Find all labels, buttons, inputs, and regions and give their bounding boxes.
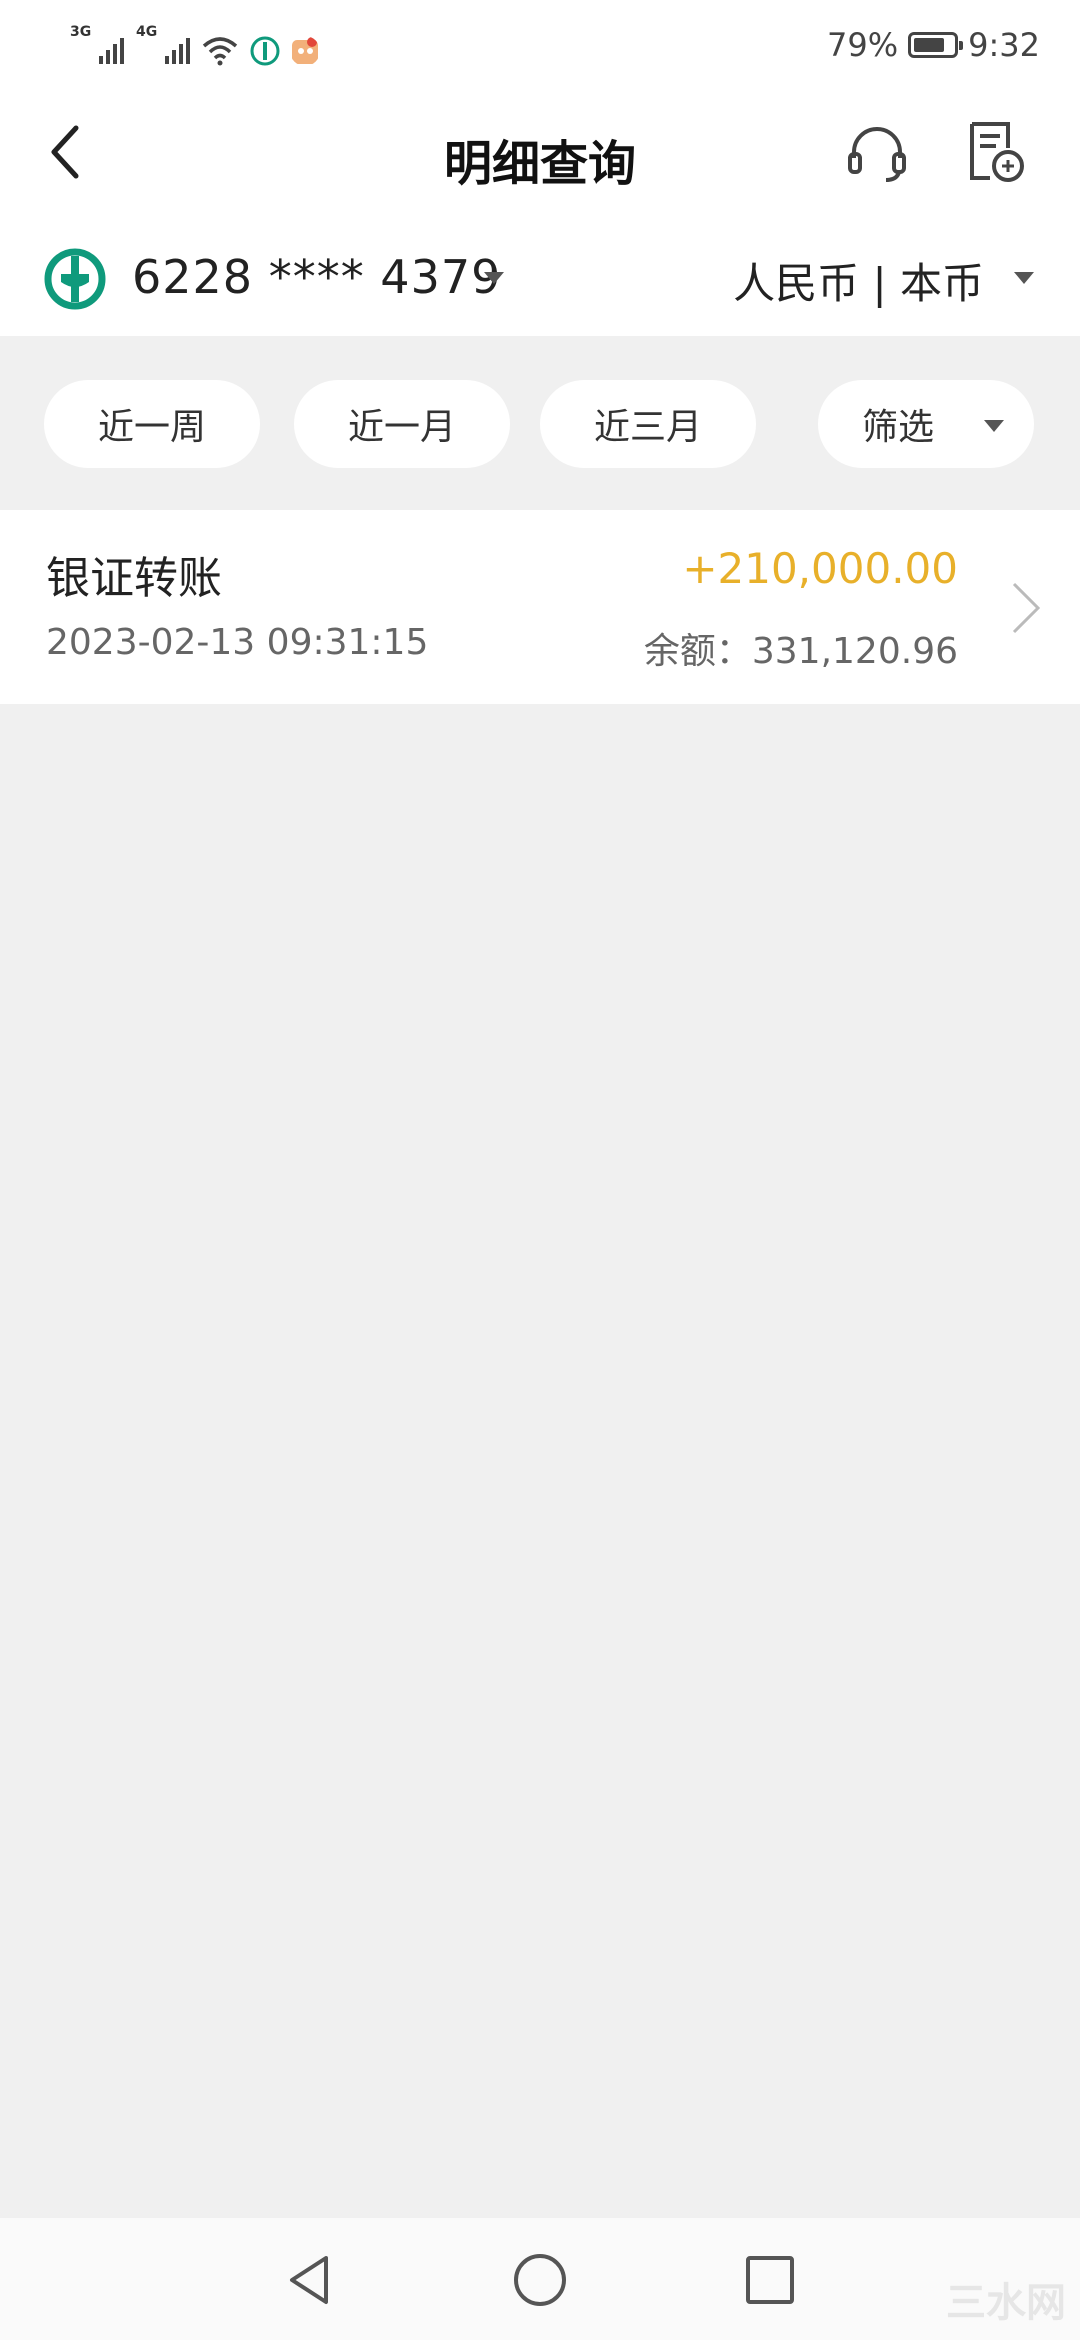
caret-down-icon[interactable] [1014,272,1034,284]
account-number[interactable]: 6228 **** 4379 [132,250,501,304]
page-title: 明细查询 [443,136,636,192]
watermark: 三水网 [946,2280,1066,2326]
status-right: 79% 9:32 [827,24,1040,66]
filter-dropdown-label: 筛选 [862,407,935,448]
nav-back-icon[interactable] [278,2248,342,2312]
transaction-row[interactable]: 银证转账 +210,000.00 2023-02-13 09:31:15 余额：… [0,510,1080,704]
filter-week-button[interactable]: 近一周 [44,380,260,468]
nav-home-icon[interactable] [508,2248,572,2312]
filter-month-button[interactable]: 近一月 [294,380,510,468]
wifi-icon [202,37,238,66]
app-header: 明细查询 [0,100,1080,210]
app-notification-icon [292,37,318,64]
transaction-amount: +210,000.00 [682,544,958,593]
chevron-right-icon [1012,582,1041,634]
account-selector[interactable]: 6228 **** 4379 人民币 | 本币 [0,230,1080,326]
transaction-name: 银证转账 [46,553,222,604]
transaction-time: 2023-02-13 09:31:15 [46,622,429,663]
caret-down-icon[interactable] [484,272,504,284]
network-type-1: 3G [70,24,92,40]
headset-icon[interactable] [842,118,912,188]
bank-app-notification-icon [250,36,280,66]
battery-percent: 79% [827,26,899,64]
status-left: 3G 4G [68,24,320,66]
bank-logo-icon [44,248,106,310]
status-time: 9:32 [968,26,1040,64]
filter-three-months-button[interactable]: 近三月 [540,380,756,468]
signal-3g-icon: 3G [68,24,124,66]
nav-recent-apps-icon[interactable] [738,2248,802,2312]
date-filter-bar: 近一周 近一月 近三月 筛选 [0,380,1080,468]
filter-dropdown-button[interactable]: 筛选 [818,380,1034,468]
status-bar: 3G 4G 79% 9:32 [0,0,1080,90]
caret-down-icon [984,420,1004,432]
system-nav-bar: 三水网 [0,2218,1080,2340]
battery-icon [908,32,964,58]
transaction-balance: 余额：331,120.96 [643,631,958,672]
signal-4g-icon: 4G [134,24,190,66]
document-export-icon[interactable] [960,118,1030,188]
currency-selector[interactable]: 人民币 | 本币 [733,250,984,311]
network-type-2: 4G [136,24,158,40]
